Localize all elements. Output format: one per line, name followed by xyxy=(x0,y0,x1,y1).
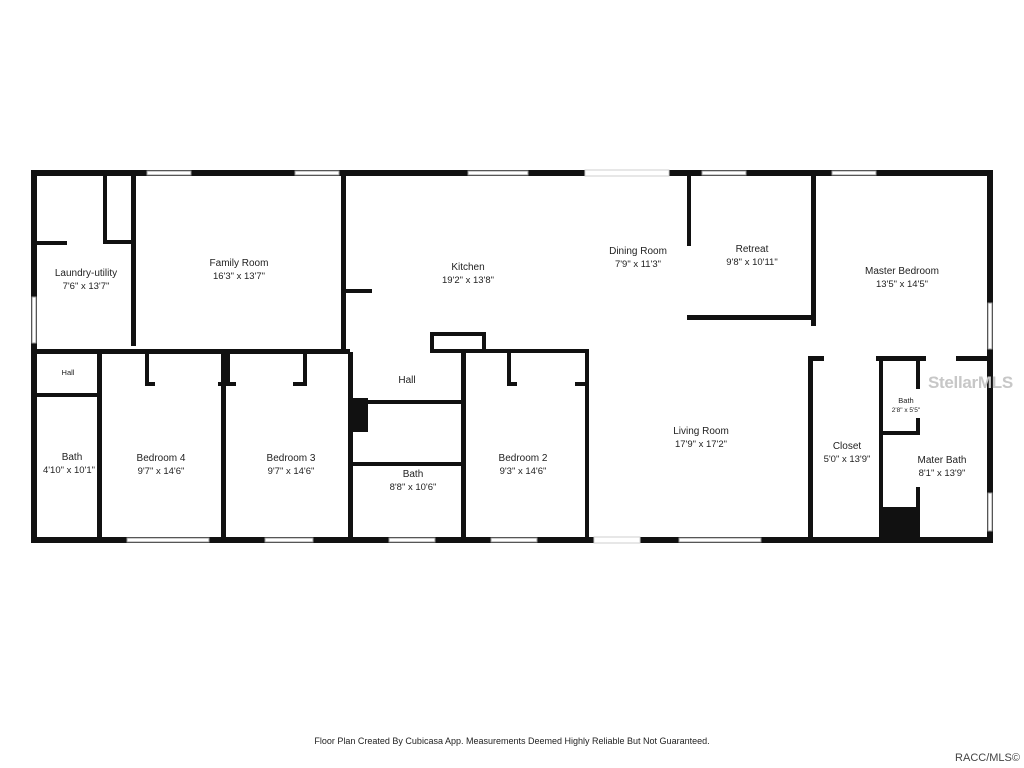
living-dim: 17'9" x 17'2" xyxy=(675,439,727,450)
room-labels: Laundry-utility 7'6" x 13'7" Family Room… xyxy=(43,244,967,493)
dining-name: Dining Room xyxy=(609,246,667,257)
bedroom4-name: Bedroom 4 xyxy=(137,453,186,464)
laundry-dim: 7'6" x 13'7" xyxy=(63,281,110,292)
bath-left-dim: 4'10" x 10'1" xyxy=(43,465,95,476)
bedroom3-dim: 9'7" x 14'6" xyxy=(268,466,315,477)
bath-small-name: Bath xyxy=(898,396,913,405)
bath-small-dim: 2'8" x 5'5" xyxy=(892,407,921,414)
copyright-text: RACC/MLS© xyxy=(955,752,1020,764)
bath-left-name: Bath xyxy=(62,452,83,463)
family-name: Family Room xyxy=(210,258,269,269)
master-name: Master Bedroom xyxy=(865,266,939,277)
bedroom4-dim: 9'7" x 14'6" xyxy=(138,466,185,477)
bedroom3-name: Bedroom 3 xyxy=(267,453,316,464)
bath-center-name: Bath xyxy=(403,469,424,480)
laundry-name: Laundry-utility xyxy=(55,268,117,279)
retreat-name: Retreat xyxy=(736,244,769,255)
windows xyxy=(31,169,993,544)
floor-plan: Laundry-utility 7'6" x 13'7" Family Room… xyxy=(31,169,993,544)
walls xyxy=(31,170,993,543)
hall-name: Hall xyxy=(398,375,415,386)
closet-dim: 5'0" x 13'9" xyxy=(824,454,871,465)
master-dim: 13'5" x 14'5" xyxy=(876,279,928,290)
kitchen-dim: 19'2" x 13'8" xyxy=(442,275,494,286)
mater-bath-name: Mater Bath xyxy=(918,455,967,466)
family-dim: 16'3" x 13'7" xyxy=(213,271,265,282)
bath-center-dim: 8'8" x 10'6" xyxy=(390,482,437,493)
closet-name: Closet xyxy=(833,441,862,452)
dining-dim: 7'9" x 11'3" xyxy=(615,259,661,270)
kitchen-name: Kitchen xyxy=(451,262,484,273)
watermark-logo: StellarMLS xyxy=(928,373,1013,392)
mater-bath-dim: 8'1" x 13'9" xyxy=(919,468,966,479)
retreat-dim: 9'8" x 10'11" xyxy=(726,257,777,268)
bedroom2-name: Bedroom 2 xyxy=(499,453,548,464)
hall-small-name: Hall xyxy=(62,368,75,377)
bedroom2-dim: 9'3" x 14'6" xyxy=(500,466,547,477)
living-name: Living Room xyxy=(673,426,729,437)
footer-disclaimer: Floor Plan Created By Cubicasa App. Meas… xyxy=(314,736,710,746)
